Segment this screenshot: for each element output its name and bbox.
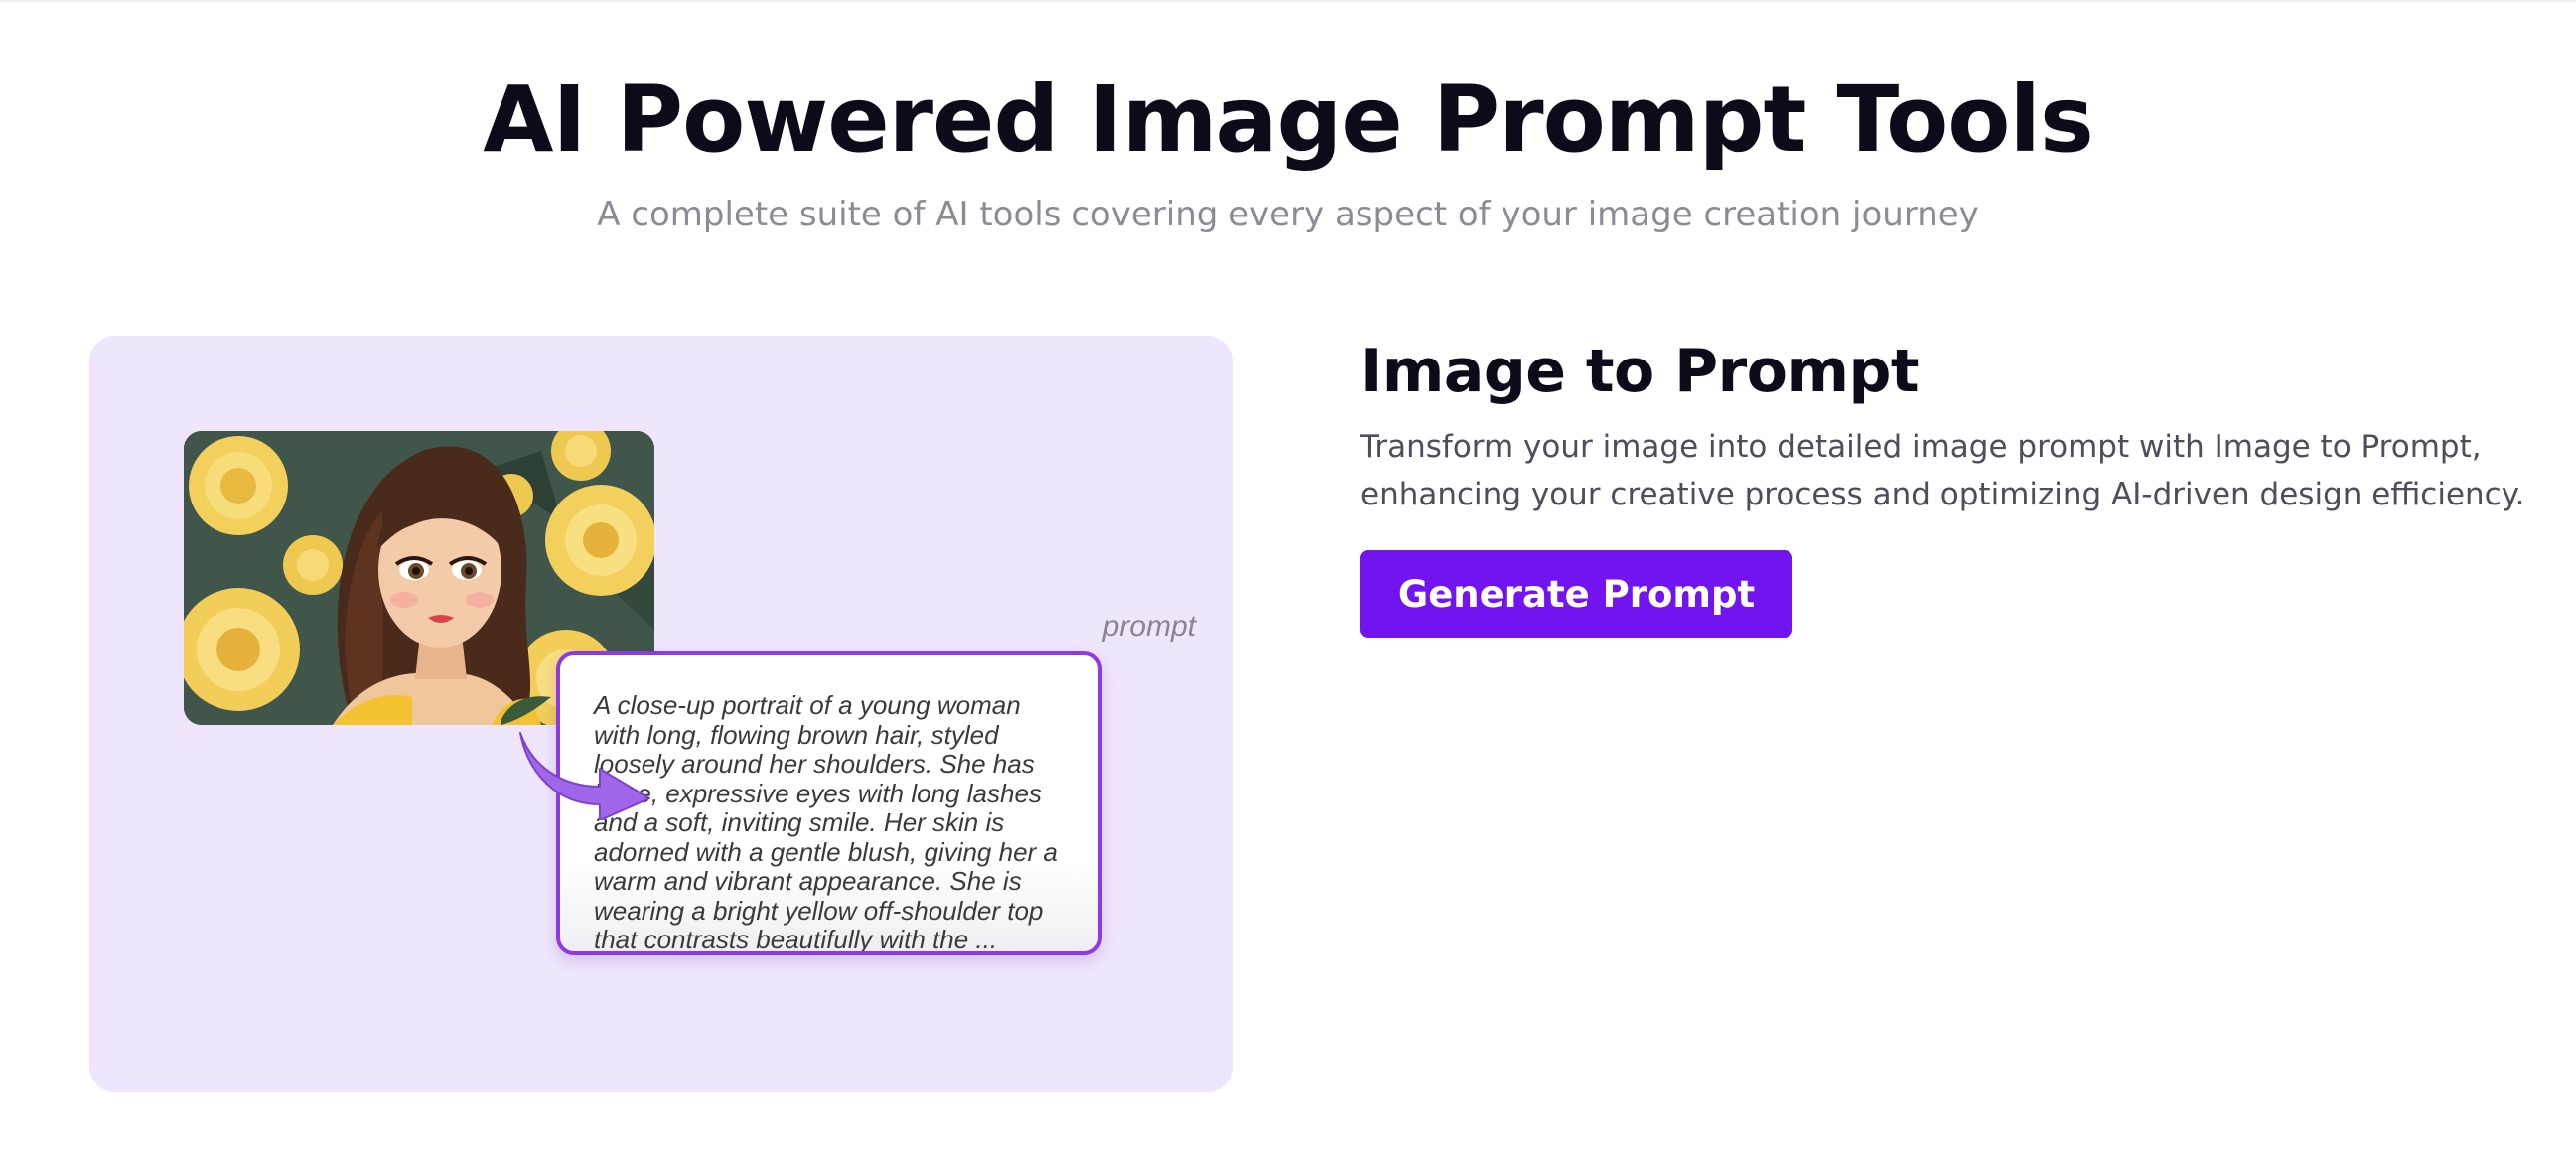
header-divider: [0, 0, 2576, 2]
prompt-output-text: A close-up portrait of a young woman wit…: [594, 690, 1058, 954]
feature-description: Transform your image into detailed image…: [1360, 429, 2525, 512]
feature-illustration-card: prompt A close-up portrait of a young wo…: [89, 336, 1233, 1092]
generate-prompt-button[interactable]: Generate Prompt: [1360, 550, 1792, 638]
page-title: AI Powered Image Prompt Tools: [483, 67, 2094, 173]
curved-arrow-icon: [514, 729, 653, 821]
feature-title: Image to Prompt: [1360, 337, 1920, 406]
page-subtitle: A complete suite of AI tools covering ev…: [597, 195, 1979, 234]
prompt-label: prompt: [1102, 610, 1196, 643]
